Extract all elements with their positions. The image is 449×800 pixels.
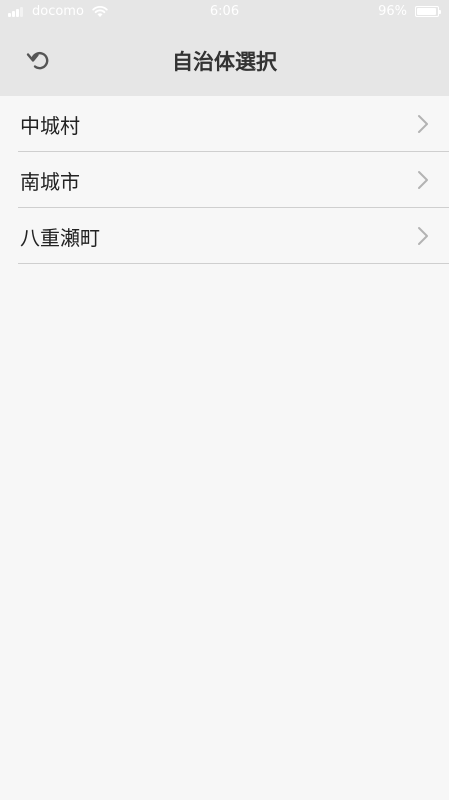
chevron-right-icon — [418, 227, 428, 245]
status-bar: docomo 6:06 96% — [0, 0, 449, 24]
list-item-label: 中城村 — [20, 114, 80, 138]
municipality-list: 中城村 南城市 八重瀬町 — [0, 96, 449, 264]
list-item-label: 南城市 — [20, 170, 80, 194]
chevron-right-icon — [418, 171, 428, 189]
list-item-nakagusuku[interactable]: 中城村 — [18, 96, 449, 152]
list-item-label: 八重瀬町 — [20, 226, 100, 250]
battery-icon — [415, 6, 441, 17]
list-item-nanjo[interactable]: 南城市 — [18, 152, 449, 208]
page-title: 自治体選択 — [172, 50, 277, 74]
battery-level-fill — [417, 8, 437, 15]
chevron-right-icon — [418, 115, 428, 133]
battery-percent: 96% — [378, 4, 407, 19]
navigation-bar: 自治体選択 — [0, 24, 449, 96]
list-item-yaese[interactable]: 八重瀬町 — [18, 208, 449, 264]
